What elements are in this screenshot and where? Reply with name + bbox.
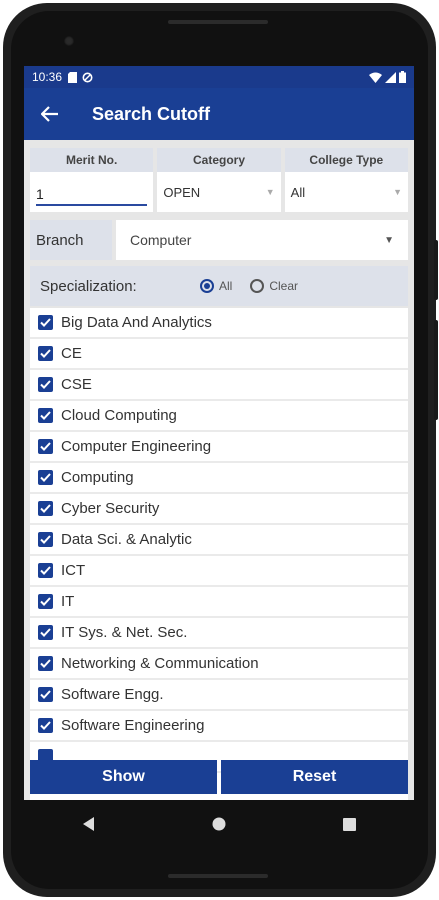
specialization-item[interactable]: ICT [30,556,408,587]
merit-field-container: 1 [30,172,154,212]
specialization-item-label: Software Engg. [61,686,164,703]
dropdown-arrow-icon: ▼ [265,187,275,197]
radio-clear[interactable]: Clear [250,279,298,293]
sd-card-icon [68,71,78,83]
specialization-item-label: Data Sci. & Analytic [61,531,192,548]
radio-all-label: All [219,279,233,293]
radio-unselected-icon [250,279,265,293]
specialization-item-label: IT [61,593,75,610]
merit-label: Merit No. [30,148,154,172]
nav-home-button[interactable] [199,804,239,844]
specialization-item[interactable]: Computing [30,463,408,494]
specialization-item[interactable]: Cloud Computing [30,401,408,432]
checkbox-checked-icon[interactable] [38,718,53,733]
reset-button[interactable]: Reset [221,760,408,794]
specialization-item-label: Networking & Communication [61,655,259,672]
specialization-header: Specialization: All Clear [30,266,408,306]
specialization-item[interactable]: Computer Engineering [30,432,408,463]
specialization-item-label: ICT [61,562,86,579]
circle-home-icon [212,817,226,831]
category-column: Category OPEN ▼ [157,148,281,212]
specialization-item[interactable]: CSE [30,370,408,401]
branch-row: Branch Computer ▼ [30,220,408,260]
college-type-value: All [290,184,306,200]
checkbox-checked-icon[interactable] [38,377,53,392]
filter-row: Merit No. 1 Category OPEN ▼ College Type… [30,148,408,212]
specialization-label: Specialization: [40,277,137,295]
volume-button [434,240,438,300]
content: Merit No. 1 Category OPEN ▼ College Type… [24,140,414,800]
specialization-item-label: CSE [61,376,92,393]
specialization-item[interactable]: CE [30,339,408,370]
checkbox-checked-icon[interactable] [38,563,53,578]
specialization-list[interactable]: Big Data And Analytics CE CSE Cloud Computi… [30,308,408,800]
nav-recents-button[interactable] [329,804,369,844]
bottom-speaker [168,874,268,878]
battery-icon [399,71,406,83]
specialization-item-label: Computer Engineering [61,438,212,455]
checkbox-checked-icon[interactable] [38,470,53,485]
signal-icon [385,71,396,83]
specialization-item[interactable]: Cyber Security [30,494,408,525]
top-speaker [168,20,268,24]
sync-icon [82,72,93,82]
status-bar: 10:36 [24,66,414,88]
college-type-label: College Type [284,148,408,172]
radio-clear-label: Clear [269,279,299,293]
specialization-item-label: Cloud Computing [61,407,177,424]
screen: 10:36 Search Cutoff Merit No. 1 Category [24,66,414,800]
show-button[interactable]: Show [30,760,217,794]
status-time: 10:36 [32,70,63,84]
checkbox-checked-icon[interactable] [38,532,53,547]
checkbox-checked-icon[interactable] [38,346,53,361]
specialization-item-label: Cyber Security [61,500,160,517]
category-value: OPEN [163,184,201,200]
page-title: Search Cutoff [92,103,211,124]
dropdown-arrow-icon: ▼ [393,187,402,197]
specialization-item[interactable]: IT Sys. & Net. Sec. [30,618,408,649]
dropdown-arrow-icon: ▼ [384,234,394,246]
specialization-item-label: CE [61,345,82,362]
checkbox-checked-icon[interactable] [38,408,53,423]
specialization-item[interactable]: IT [30,587,408,618]
power-button [434,320,438,420]
specialization-item[interactable]: Software Engg. [30,680,408,711]
specialization-item-label: Big Data And Analytics [61,314,212,331]
app-bar: Search Cutoff [24,88,414,140]
college-type-column: College Type All ▼ [284,148,408,212]
category-dropdown[interactable]: OPEN ▼ [157,172,281,212]
arrow-left-icon [41,106,58,122]
category-label: Category [157,148,281,172]
square-recents-icon [342,817,356,831]
specialization-item-label: Computing [61,469,134,486]
checkbox-checked-icon[interactable] [38,501,53,516]
branch-label: Branch [30,220,112,260]
specialization-item[interactable]: Big Data And Analytics [30,308,408,339]
front-camera [64,36,74,46]
back-button[interactable] [24,88,76,140]
specialization-item[interactable]: Networking & Communication [30,649,408,680]
merit-column: Merit No. 1 [30,148,154,212]
checkbox-checked-icon[interactable] [38,687,53,702]
specialization-item-label: IT Sys. & Net. Sec. [61,624,188,641]
checkbox-checked-icon[interactable] [38,594,53,609]
checkbox-checked-icon[interactable] [38,625,53,640]
college-type-dropdown[interactable]: All ▼ [284,172,408,212]
radio-selected-icon [200,279,214,293]
action-buttons: Show Reset [30,760,408,794]
nav-back-button[interactable] [69,804,109,844]
radio-all[interactable]: All [200,279,232,293]
system-nav-bar [24,800,414,848]
checkbox-checked-icon[interactable] [38,315,53,330]
specialization-item[interactable]: Software Engineering [30,711,408,742]
wifi-icon [369,72,382,83]
checkbox-checked-icon[interactable] [38,656,53,671]
triangle-back-icon [83,817,94,831]
checkbox-checked-icon[interactable] [38,439,53,454]
branch-dropdown[interactable]: Computer ▼ [116,220,408,260]
merit-input[interactable]: 1 [36,178,148,206]
branch-value: Computer [130,232,192,248]
specialization-item[interactable]: Data Sci. & Analytic [30,525,408,556]
specialization-item-label: Software Engineering [61,717,205,734]
